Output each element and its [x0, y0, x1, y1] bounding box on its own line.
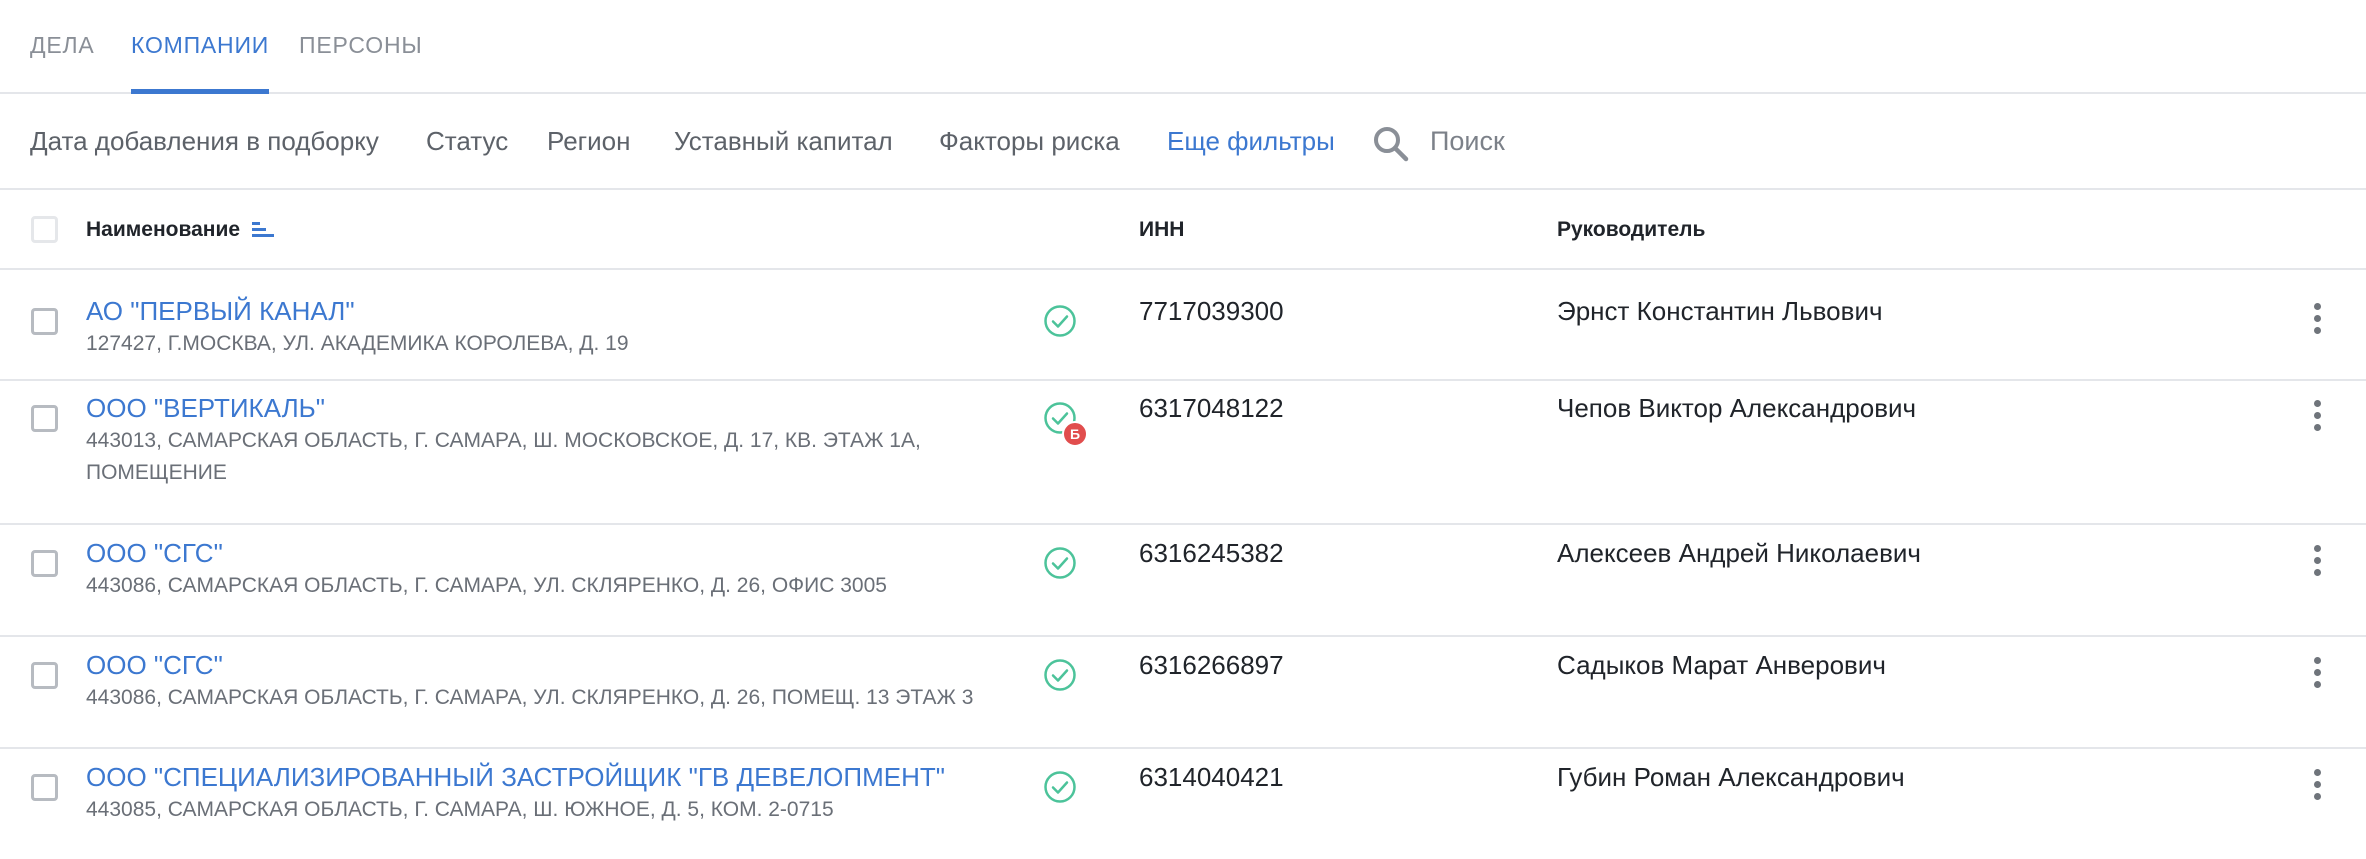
bankruptcy-badge: Б	[1062, 421, 1088, 447]
table-row[interactable]: ООО "СГС" 443086, САМАРСКАЯ ОБЛАСТЬ, Г. …	[0, 525, 2366, 637]
table-row[interactable]: ООО "СГС" 443086, САМАРСКАЯ ОБЛАСТЬ, Г. …	[0, 637, 2366, 749]
select-all-checkbox[interactable]	[31, 216, 58, 243]
table-row[interactable]: ООО "ВЕРТИКАЛЬ" 443013, САМАРСКАЯ ОБЛАСТ…	[0, 381, 2366, 525]
filter-date-added[interactable]: Дата добавления в подборку	[30, 94, 379, 188]
inn-value: 6316245382	[1139, 538, 1284, 568]
table-row[interactable]: АО "ПЕРВЫЙ КАНАЛ" 127427, Г.МОСКВА, УЛ. …	[0, 270, 2366, 381]
table-row[interactable]: ООО "СПЕЦИАЛИЗИРОВАННЫЙ ЗАСТРОЙЩИК "ГВ Д…	[0, 749, 2366, 859]
search-input[interactable]: Поиск	[1430, 94, 1505, 188]
check-circle-icon	[1044, 659, 1076, 691]
company-address: 127427, Г.МОСКВА, УЛ. АКАДЕМИКА КОРОЛЕВА…	[86, 332, 629, 355]
kebab-menu-icon[interactable]	[2310, 545, 2324, 585]
head-name: Алексеев Андрей Николаевич	[1557, 538, 1921, 568]
kebab-menu-icon[interactable]	[2310, 400, 2324, 440]
head-name: Чепов Виктор Александрович	[1557, 393, 1917, 423]
row-checkbox[interactable]	[31, 774, 58, 801]
inn-value: 7717039300	[1139, 296, 1284, 326]
kebab-menu-icon[interactable]	[2310, 657, 2324, 697]
company-name-link[interactable]: ООО "СГС"	[86, 538, 223, 569]
inn-value: 6316266897	[1139, 650, 1284, 680]
search-icon[interactable]	[1372, 125, 1410, 163]
row-checkbox[interactable]	[31, 550, 58, 577]
company-address: 443086, САМАРСКАЯ ОБЛАСТЬ, Г. САМАРА, УЛ…	[86, 574, 887, 597]
tab-persons[interactable]: ПЕРСОНЫ	[299, 0, 423, 92]
company-address: 443085, САМАРСКАЯ ОБЛАСТЬ, Г. САМАРА, Ш.…	[86, 798, 834, 821]
head-name: Садыков Марат Анверович	[1557, 650, 1886, 680]
inn-value: 6314040421	[1139, 762, 1284, 792]
more-filters-button[interactable]: Еще фильтры	[1167, 94, 1335, 188]
check-circle-icon	[1044, 771, 1076, 803]
tab-cases[interactable]: ДЕЛА	[30, 0, 95, 92]
company-name-link[interactable]: ООО "СПЕЦИАЛИЗИРОВАННЫЙ ЗАСТРОЙЩИК "ГВ Д…	[86, 762, 945, 793]
head-name: Губин Роман Александрович	[1557, 762, 1905, 792]
sort-lines-icon[interactable]	[252, 222, 274, 238]
tab-bar: ДЕЛА КОМПАНИИ ПЕРСОНЫ	[0, 0, 2366, 94]
filter-bar: Дата добавления в подборку Статус Регион…	[0, 94, 2366, 190]
filter-risk-factors[interactable]: Факторы риска	[939, 94, 1120, 188]
filter-capital[interactable]: Уставный капитал	[674, 94, 893, 188]
column-header-head: Руководитель	[1557, 218, 1706, 241]
row-checkbox[interactable]	[31, 308, 58, 335]
company-name-link[interactable]: АО "ПЕРВЫЙ КАНАЛ"	[86, 296, 355, 327]
tab-companies[interactable]: КОМПАНИИ	[131, 0, 270, 94]
head-name: Эрнст Константин Львович	[1557, 296, 1883, 326]
filter-region[interactable]: Регион	[547, 94, 630, 188]
row-checkbox[interactable]	[31, 405, 58, 432]
table-header: Наименование ИНН Руководитель	[0, 190, 2366, 270]
kebab-menu-icon[interactable]	[2310, 303, 2324, 343]
company-name-link[interactable]: ООО "ВЕРТИКАЛЬ"	[86, 393, 325, 424]
company-address: 443086, САМАРСКАЯ ОБЛАСТЬ, Г. САМАРА, УЛ…	[86, 686, 974, 709]
inn-value: 6317048122	[1139, 393, 1284, 423]
check-circle-icon	[1044, 547, 1076, 579]
filter-status[interactable]: Статус	[426, 94, 508, 188]
column-header-inn: ИНН	[1139, 218, 1185, 241]
company-address: 443013, САМАРСКАЯ ОБЛАСТЬ, Г. САМАРА, Ш.…	[86, 429, 921, 484]
column-header-name[interactable]: Наименование	[86, 190, 240, 268]
company-name-link[interactable]: ООО "СГС"	[86, 650, 223, 681]
kebab-menu-icon[interactable]	[2310, 769, 2324, 809]
row-checkbox[interactable]	[31, 662, 58, 689]
check-circle-icon	[1044, 305, 1076, 337]
